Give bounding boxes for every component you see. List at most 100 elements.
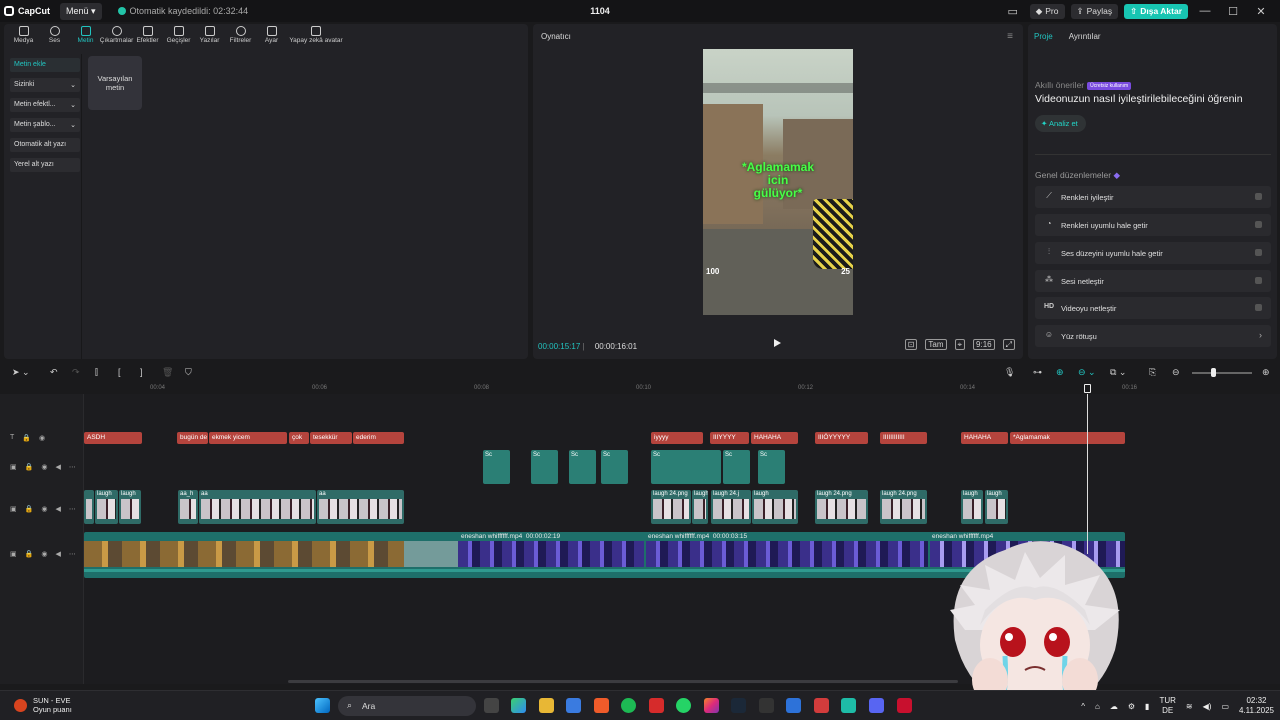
submenu-text-effects[interactable]: Metin efektl... ⌄: [10, 98, 80, 112]
zoom-slider-handle[interactable]: [1211, 368, 1216, 377]
tab-details[interactable]: Ayrıntılar: [1069, 32, 1101, 41]
default-text-preset[interactable]: Varsayılan metin: [88, 56, 142, 110]
app-icon[interactable]: [649, 698, 664, 713]
image-clip[interactable]: laugh 24.png: [651, 490, 691, 524]
taskbar-search[interactable]: ⌕ Ara: [338, 696, 476, 716]
image-clip[interactable]: aa: [199, 490, 316, 524]
chevron-up-icon[interactable]: ^: [1081, 702, 1085, 711]
image-clip[interactable]: laugh: [119, 490, 141, 524]
valorant-icon[interactable]: [814, 698, 829, 713]
more-icon[interactable]: ⋯: [69, 463, 76, 471]
toggle-switch[interactable]: [1255, 277, 1262, 284]
tab-text[interactable]: Metin: [70, 26, 101, 48]
tab-project[interactable]: Proje: [1034, 32, 1053, 41]
submenu-text-templates[interactable]: Metin şablo... ⌄: [10, 118, 80, 132]
image-clip[interactable]: laugh: [985, 490, 1008, 524]
hamburger-icon[interactable]: ≡: [1007, 31, 1013, 42]
sticker-clip[interactable]: Sc: [531, 450, 558, 484]
mail-icon[interactable]: [786, 698, 801, 713]
cloud-icon[interactable]: ☁: [1110, 702, 1118, 711]
mic-tray-icon[interactable]: ▮: [1145, 702, 1149, 711]
tab-stickers[interactable]: Çıkartmalar: [100, 26, 133, 48]
zoom-slider[interactable]: [1192, 372, 1252, 374]
image-clip[interactable]: laugh 24.j: [711, 490, 751, 524]
settings-icon[interactable]: ⚙: [1128, 702, 1135, 711]
lock-icon[interactable]: 🔒: [22, 434, 31, 442]
eye-icon[interactable]: ◉: [41, 505, 47, 513]
horizontal-scrollbar[interactable]: [288, 680, 958, 683]
magnet-icon[interactable]: ⊖ ⌄: [1078, 367, 1096, 378]
link-icon[interactable]: ⊶: [1033, 367, 1042, 378]
shield-icon[interactable]: ⛉: [185, 367, 192, 378]
sticker-clip[interactable]: Sc: [569, 450, 596, 484]
share-button[interactable]: ⇪ Paylaş: [1070, 3, 1119, 19]
steam-icon[interactable]: [731, 698, 746, 713]
eye-icon[interactable]: ◉: [39, 434, 45, 442]
match-colors-item[interactable]: ◔ Renkleri uyumlu hale getir: [1035, 214, 1271, 236]
select-tool-icon[interactable]: ➤ ⌄: [12, 367, 30, 378]
fit-icon[interactable]: ⌖: [954, 339, 966, 350]
network-icon[interactable]: ⌂: [1095, 702, 1100, 711]
layout-icon[interactable]: ▭: [1002, 5, 1024, 18]
redo-icon[interactable]: ↷: [72, 367, 80, 378]
text-clip[interactable]: IIIÖYYYYY: [815, 432, 868, 444]
enhance-colors-item[interactable]: ⟋ Renkleri iyileştir: [1035, 186, 1271, 208]
volume-icon[interactable]: ◀): [1203, 702, 1212, 711]
lock-icon[interactable]: 🔒: [25, 550, 34, 558]
crop-icon[interactable]: ⊡: [904, 339, 918, 350]
whatsapp-icon[interactable]: [676, 698, 691, 713]
zoom-out-icon[interactable]: ⊖: [1172, 367, 1180, 378]
tab-audio[interactable]: Ses: [39, 26, 70, 48]
ratio-button[interactable]: Tam: [925, 339, 947, 350]
app-icon[interactable]: [759, 698, 774, 713]
image-clip[interactable]: aa_h: [178, 490, 198, 524]
speaker-icon[interactable]: ◀: [55, 550, 60, 558]
instagram-icon[interactable]: [704, 698, 719, 713]
toggle-switch[interactable]: [1255, 304, 1262, 311]
more-icon[interactable]: ⋯: [69, 550, 76, 558]
enhance-video-item[interactable]: HD Videoyu netleştir: [1035, 297, 1271, 319]
image-clip[interactable]: laugh: [961, 490, 983, 524]
menu-button[interactable]: Menü ▾: [60, 2, 102, 20]
fullscreen-icon[interactable]: ⤢: [1002, 339, 1015, 350]
image-clip[interactable]: laugh: [752, 490, 798, 524]
aspect-ratio-button[interactable]: 9:16: [973, 339, 995, 350]
clock[interactable]: 02:32 4.11.2025: [1239, 696, 1274, 716]
tab-adjust[interactable]: Ayar: [256, 26, 287, 48]
task-view-icon[interactable]: [484, 698, 499, 713]
image-clip[interactable]: laugh 24.png: [815, 490, 868, 524]
tab-ai-avatar[interactable]: Yapay zekâ avatar: [287, 26, 345, 48]
tab-filters[interactable]: Filtreler: [225, 26, 256, 48]
image-clip[interactable]: laugh: [95, 490, 118, 524]
text-clip[interactable]: ekmek yicem: [209, 432, 287, 444]
text-clip[interactable]: ederim: [353, 432, 404, 444]
text-clip[interactable]: ASDH: [84, 432, 142, 444]
app-icon[interactable]: [897, 698, 912, 713]
tab-transitions[interactable]: Geçişler: [163, 26, 194, 48]
split-icon[interactable]: ⫿: [95, 367, 98, 378]
image-clip[interactable]: [84, 490, 94, 524]
snap-icon[interactable]: ⊕: [1056, 367, 1064, 378]
maximize-icon[interactable]: ☐: [1222, 5, 1244, 18]
time-ruler[interactable]: 00:04 00:06 00:08 00:10 00:12 00:14 00:1…: [84, 384, 1280, 394]
preview-axis-icon[interactable]: ⧉ ⌄: [1110, 367, 1126, 378]
tab-media[interactable]: Medya: [8, 26, 39, 48]
submenu-yours[interactable]: Sizinki ⌄: [10, 78, 80, 92]
minimize-icon[interactable]: —: [1194, 5, 1216, 17]
file-explorer-icon[interactable]: [539, 698, 554, 713]
submenu-local-captions[interactable]: Yerel alt yazı: [10, 158, 80, 172]
text-clip[interactable]: tesekkür: [310, 432, 352, 444]
match-volume-item[interactable]: ⫶ Ses düzeyini uyumlu hale getir: [1035, 242, 1271, 264]
playhead-handle[interactable]: [1084, 384, 1091, 393]
trim-right-icon[interactable]: ]: [140, 367, 143, 377]
undo-icon[interactable]: ↶: [50, 367, 58, 378]
text-clip[interactable]: HAHAHA: [751, 432, 798, 444]
speaker-icon[interactable]: ◀: [55, 505, 60, 513]
caption-track-icon[interactable]: ⎘: [1149, 367, 1156, 378]
text-clip[interactable]: çok: [289, 432, 309, 444]
tab-effects[interactable]: Efektler: [132, 26, 163, 48]
more-icon[interactable]: ⋯: [69, 505, 76, 513]
microphone-icon[interactable]: 🎙: [1004, 367, 1015, 378]
zoom-in-icon[interactable]: ⊕: [1262, 367, 1270, 378]
lock-icon[interactable]: 🔒: [25, 505, 34, 513]
